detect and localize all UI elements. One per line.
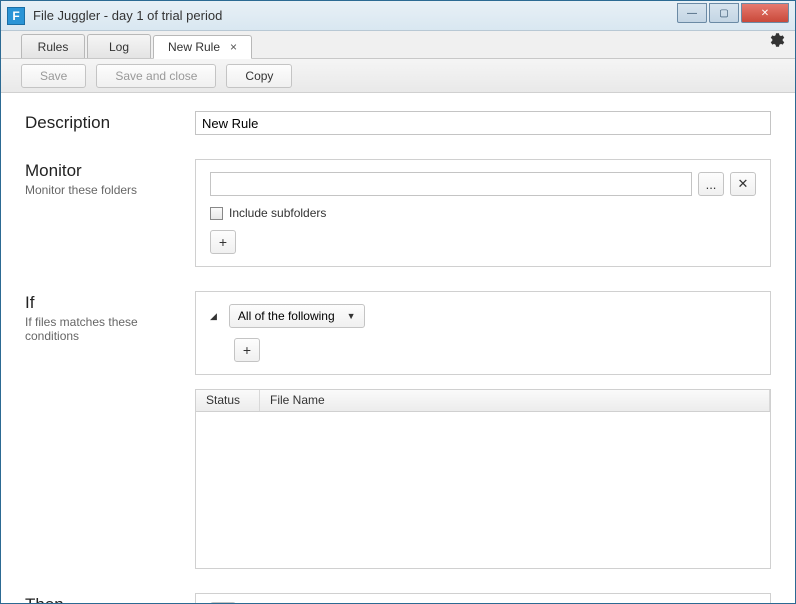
section-then: Then Then do these actions + bbox=[25, 593, 771, 603]
monitor-subheading: Monitor these folders bbox=[25, 183, 195, 197]
tab-label: Rules bbox=[38, 40, 69, 54]
tab-rules[interactable]: Rules bbox=[21, 34, 85, 58]
add-condition-button[interactable]: + bbox=[234, 338, 260, 362]
section-monitor: Monitor Monitor these folders ... ✕ Incl… bbox=[25, 159, 771, 267]
checkbox-icon bbox=[210, 207, 223, 220]
table-header: Status File Name bbox=[196, 390, 770, 412]
save-and-close-button[interactable]: Save and close bbox=[96, 64, 216, 88]
description-heading: Description bbox=[25, 113, 195, 133]
files-table: Status File Name bbox=[195, 389, 771, 569]
description-input[interactable] bbox=[195, 111, 771, 135]
checkbox-label: Include subfolders bbox=[229, 206, 326, 220]
column-status[interactable]: Status bbox=[196, 390, 260, 411]
save-button[interactable]: Save bbox=[21, 64, 86, 88]
then-heading: Then bbox=[25, 595, 195, 603]
if-heading: If bbox=[25, 293, 195, 313]
tab-bar: Rules Log New Rule × bbox=[1, 31, 795, 59]
chevron-down-icon: ▼ bbox=[347, 311, 356, 321]
window-controls: — ▢ ✕ bbox=[677, 8, 795, 23]
app-icon: F bbox=[7, 7, 25, 25]
tab-log[interactable]: Log bbox=[87, 34, 151, 58]
if-subheading: If files matches these conditions bbox=[25, 315, 195, 343]
dropdown-label: All of the following bbox=[238, 309, 335, 323]
browse-button[interactable]: ... bbox=[698, 172, 724, 196]
tab-label: Log bbox=[109, 40, 129, 54]
tab-close-icon[interactable]: × bbox=[230, 40, 237, 54]
section-description: Description bbox=[25, 111, 771, 135]
include-subfolders-checkbox[interactable]: Include subfolders bbox=[210, 206, 756, 220]
copy-button[interactable]: Copy bbox=[226, 64, 292, 88]
app-window: F File Juggler - day 1 of trial period —… bbox=[0, 0, 796, 604]
section-if: If If files matches these conditions ◢ A… bbox=[25, 291, 771, 569]
monitor-heading: Monitor bbox=[25, 161, 195, 181]
window-title: File Juggler - day 1 of trial period bbox=[33, 8, 677, 23]
remove-path-button[interactable]: ✕ bbox=[730, 172, 756, 196]
gear-icon bbox=[767, 31, 785, 49]
monitor-panel: ... ✕ Include subfolders + bbox=[195, 159, 771, 267]
then-panel: + bbox=[195, 593, 771, 603]
maximize-button[interactable]: ▢ bbox=[709, 3, 739, 23]
add-folder-button[interactable]: + bbox=[210, 230, 236, 254]
tab-new-rule[interactable]: New Rule × bbox=[153, 35, 252, 59]
settings-button[interactable] bbox=[767, 31, 785, 54]
monitor-path-input[interactable] bbox=[210, 172, 692, 196]
if-panel: ◢ All of the following ▼ + bbox=[195, 291, 771, 375]
column-filename[interactable]: File Name bbox=[260, 390, 770, 411]
content-area: Description Monitor Monitor these folder… bbox=[1, 93, 795, 603]
collapse-toggle[interactable]: ◢ bbox=[210, 311, 217, 322]
condition-mode-dropdown[interactable]: All of the following ▼ bbox=[229, 304, 365, 328]
toolbar: Save Save and close Copy bbox=[1, 59, 795, 93]
title-bar: F File Juggler - day 1 of trial period —… bbox=[1, 1, 795, 31]
minimize-button[interactable]: — bbox=[677, 3, 707, 23]
close-button[interactable]: ✕ bbox=[741, 3, 789, 23]
add-action-button[interactable]: + bbox=[210, 602, 236, 603]
tab-label: New Rule bbox=[168, 40, 220, 54]
